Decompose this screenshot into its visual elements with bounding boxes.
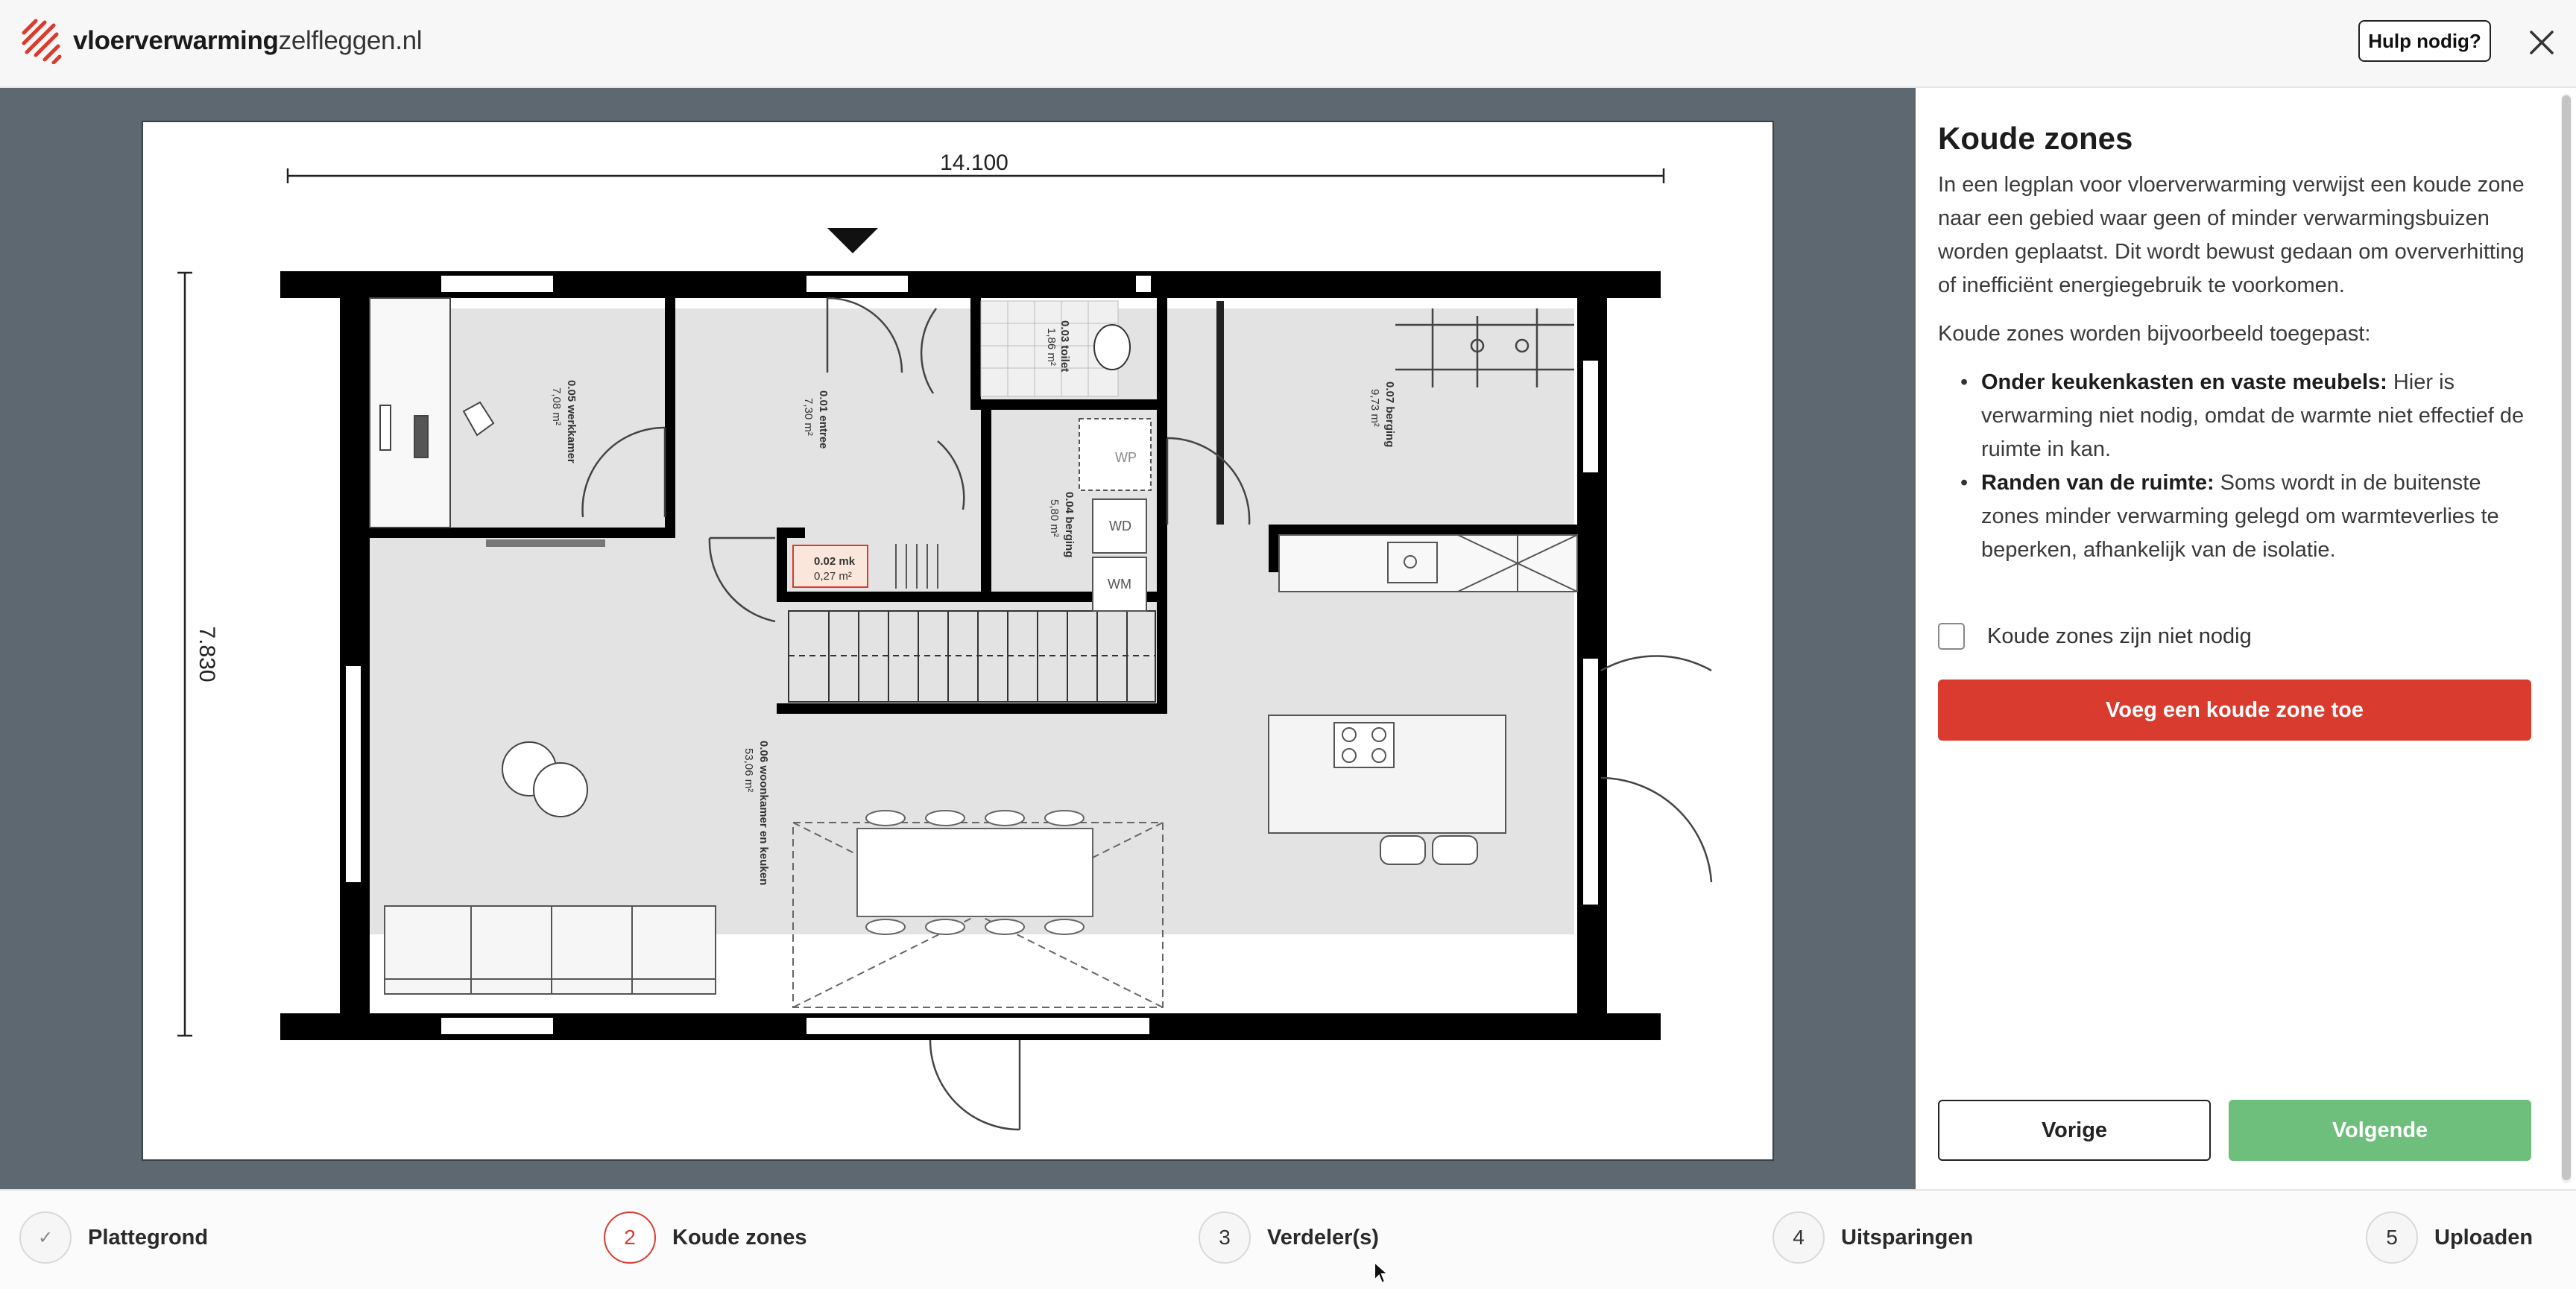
dimension-height: 7.830 bbox=[195, 626, 219, 682]
room-area-mk: 0,27 m² bbox=[814, 570, 852, 583]
room-name-entree: 0.01 entree bbox=[817, 390, 830, 449]
no-cold-zones-option[interactable]: Koude zones zijn niet nodig bbox=[1938, 623, 2252, 650]
step-progress: ✓ Plattegrond 2 Koude zones 3 Verdeler(s… bbox=[0, 1189, 2576, 1289]
mouse-cursor-icon bbox=[1374, 1261, 1389, 1285]
toilet bbox=[1093, 324, 1131, 370]
room-name-berging: 0.04 berging bbox=[1063, 492, 1076, 557]
logo-icon bbox=[22, 19, 62, 64]
appliance-label-wd: WD bbox=[1109, 519, 1131, 533]
room-name-toilet: 0.03 toilet bbox=[1058, 320, 1071, 372]
appliance-label-wm: WM bbox=[1108, 577, 1131, 592]
previous-button[interactable]: Vorige bbox=[1938, 1100, 2211, 1161]
step-uitsparingen[interactable]: 4 Uitsparingen bbox=[1772, 1212, 1973, 1264]
step-uploaden[interactable]: 5 Uploaden bbox=[2366, 1212, 2533, 1264]
next-button[interactable]: Volgende bbox=[2229, 1100, 2531, 1161]
close-icon[interactable] bbox=[2524, 25, 2560, 60]
room-name-berging-bikes: 0.07 berging bbox=[1383, 381, 1396, 447]
dimension-width: 14.100 bbox=[940, 151, 1008, 175]
appliance-label-wp: WP bbox=[1115, 450, 1137, 465]
room-area-berging-bikes: 9,73 m² bbox=[1368, 389, 1381, 427]
plan-canvas[interactable]: 14.100 7.830 WP WD WM 0.05 werkkamer 7,0… bbox=[0, 88, 1916, 1189]
side-panel: Koude zones In een legplan voor vloerver… bbox=[1916, 88, 2576, 1189]
panel-description: In een legplan voor vloerverwarming verw… bbox=[1938, 168, 2534, 567]
kitchen-counter bbox=[1278, 534, 1578, 592]
floor-plan-drawing[interactable]: 14.100 7.830 WP WD WM 0.05 werkkamer 7,0… bbox=[143, 122, 1772, 1159]
room-name-mk: 0.02 mk bbox=[814, 555, 856, 568]
step-label: Uploaden bbox=[2434, 1225, 2534, 1250]
room-name-woonkamer: 0.06 woonkamer en keuken bbox=[757, 741, 770, 885]
tv bbox=[486, 539, 605, 547]
scrollbar-thumb[interactable] bbox=[2562, 95, 2571, 1180]
step-check-icon: ✓ bbox=[19, 1212, 72, 1264]
examples-list: Onder keukenkasten en vaste meubels: Hie… bbox=[1960, 366, 2534, 567]
step-koude-zones[interactable]: 2 Koude zones bbox=[604, 1212, 806, 1264]
room-area-woonkamer: 53,06 m² bbox=[742, 748, 755, 792]
room-name-werkkamer: 0.05 werkkamer bbox=[565, 380, 578, 463]
room-area-toilet: 1,86 m² bbox=[1045, 328, 1058, 366]
step-label: Verdeler(s) bbox=[1267, 1225, 1379, 1250]
add-cold-zone-button[interactable]: Voeg een koude zone toe bbox=[1938, 680, 2531, 741]
examples-intro: Koude zones worden bijvoorbeeld toegepas… bbox=[1938, 322, 2371, 346]
step-number: 3 bbox=[1199, 1212, 1251, 1264]
step-verdelers[interactable]: 3 Verdeler(s) bbox=[1199, 1212, 1379, 1264]
panel-scrollbar[interactable] bbox=[2561, 94, 2572, 1183]
app-header: vloerverwarmingzelfleggen.nl Hulp nodig? bbox=[0, 0, 2576, 88]
step-label: Uitsparingen bbox=[1841, 1225, 1974, 1250]
list-item: Randen van de ruimte: Soms wordt in de b… bbox=[1960, 466, 2534, 567]
step-number: 2 bbox=[604, 1212, 656, 1264]
no-cold-zones-checkbox[interactable] bbox=[1938, 623, 1965, 650]
intro-text: In een legplan voor vloerverwarming verw… bbox=[1938, 173, 2525, 297]
room-area-werkkamer: 7,08 m² bbox=[550, 387, 563, 425]
room-area-berging: 5,80 m² bbox=[1048, 499, 1061, 537]
step-plattegrond[interactable]: ✓ Plattegrond bbox=[19, 1212, 208, 1264]
brand-logo[interactable]: vloerverwarmingzelfleggen.nl bbox=[19, 18, 423, 64]
help-button[interactable]: Hulp nodig? bbox=[2358, 20, 2491, 62]
step-label: Koude zones bbox=[672, 1225, 807, 1250]
sofa bbox=[384, 905, 716, 995]
room-area-entree: 7,30 m² bbox=[802, 398, 815, 436]
floor-plan[interactable]: 14.100 7.830 WP WD WM 0.05 werkkamer 7,0… bbox=[142, 121, 1774, 1161]
step-label: Plattegrond bbox=[88, 1225, 209, 1250]
step-number: 5 bbox=[2366, 1212, 2418, 1264]
orientation-marker bbox=[827, 228, 878, 253]
step-number: 4 bbox=[1772, 1212, 1825, 1264]
list-item: Onder keukenkasten en vaste meubels: Hie… bbox=[1960, 366, 2534, 466]
no-cold-zones-label: Koude zones zijn niet nodig bbox=[1987, 624, 2252, 648]
panel-title: Koude zones bbox=[1938, 121, 2133, 156]
logo-text: vloerverwarmingzelfleggen.nl bbox=[73, 26, 423, 55]
